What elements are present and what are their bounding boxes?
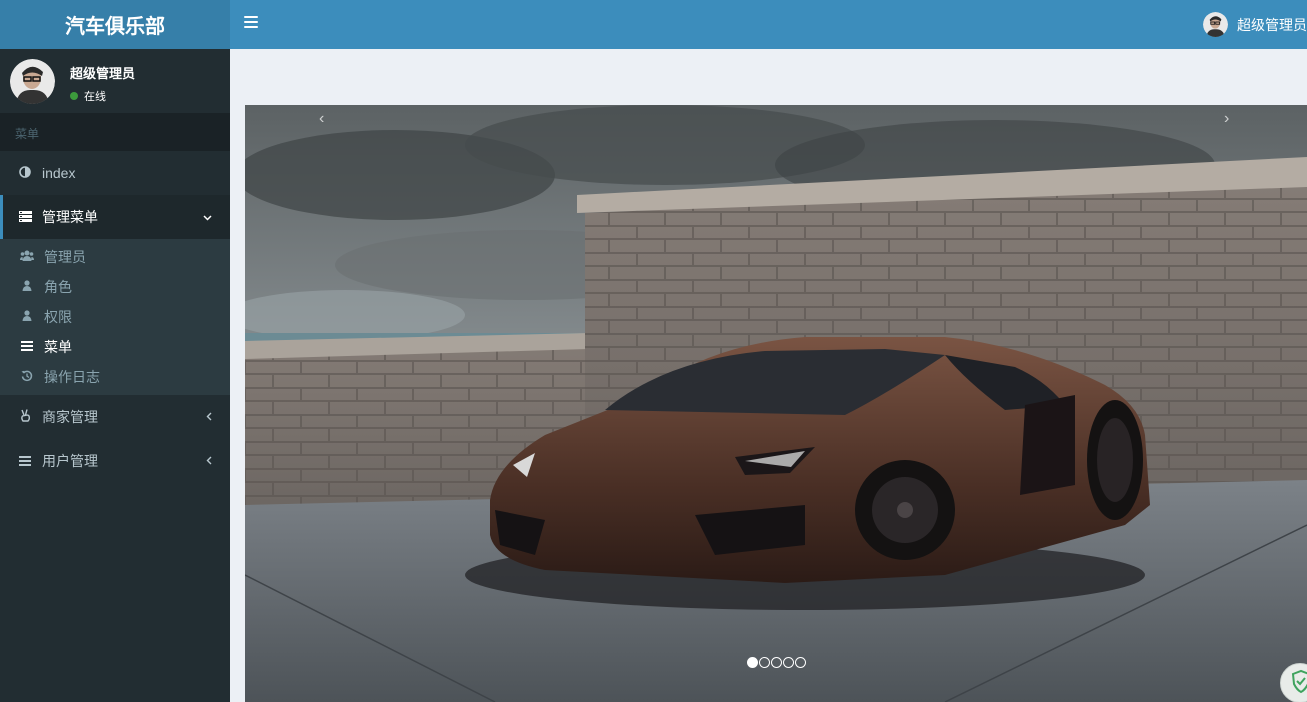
sidebar-user-name: 超级管理员 bbox=[70, 66, 136, 81]
car-slide-image bbox=[245, 105, 1307, 702]
sidebar-avatar bbox=[10, 59, 55, 104]
image-carousel[interactable]: ‹ › bbox=[245, 105, 1307, 702]
carousel-indicators bbox=[747, 657, 807, 668]
chevron-left-icon bbox=[206, 454, 212, 468]
carousel-indicator[interactable] bbox=[795, 657, 806, 668]
carousel-indicator[interactable] bbox=[759, 657, 770, 668]
carousel-indicator[interactable] bbox=[771, 657, 782, 668]
app-logo[interactable]: 汽车俱乐部 bbox=[0, 0, 230, 49]
sidebar-item-merchants[interactable]: 商家管理 bbox=[0, 395, 230, 439]
submenu-item-label: 角色 bbox=[44, 279, 72, 295]
sidebar-item-label: index bbox=[42, 165, 76, 181]
user-icon bbox=[20, 280, 34, 294]
hand-peace-icon bbox=[18, 409, 32, 425]
navbar-user-menu[interactable]: 超级管理员 bbox=[1203, 12, 1307, 37]
submenu-item-label: 操作日志 bbox=[44, 369, 100, 385]
bars-icon bbox=[20, 340, 34, 354]
submenu-item-menu[interactable]: 菜单 bbox=[0, 332, 230, 362]
chevron-left-icon bbox=[206, 410, 212, 424]
user-status: 在线 bbox=[70, 88, 106, 104]
top-navbar: 超级管理员 bbox=[230, 0, 1307, 49]
sidebar-item-label: 用户管理 bbox=[42, 453, 98, 469]
carousel-prev-button[interactable]: ‹ bbox=[319, 110, 324, 128]
user-icon bbox=[20, 310, 34, 324]
submenu-item-label: 菜单 bbox=[44, 339, 72, 355]
sidebar: 超级管理员 在线 菜单 index 管理菜单 管理员 角色 权限 菜单 操作日志… bbox=[0, 49, 230, 702]
online-dot-icon bbox=[70, 92, 78, 100]
sidebar-item-manage-menu[interactable]: 管理菜单 bbox=[0, 195, 230, 239]
adjust-icon bbox=[18, 165, 32, 181]
navbar-user-name: 超级管理员 bbox=[1237, 16, 1307, 33]
shield-icon[interactable] bbox=[1280, 663, 1307, 702]
submenu-item-logs[interactable]: 操作日志 bbox=[0, 362, 230, 392]
submenu-item-roles[interactable]: 角色 bbox=[0, 272, 230, 302]
carousel-next-button[interactable]: › bbox=[1224, 110, 1229, 128]
bars-icon bbox=[18, 454, 32, 469]
submenu-item-label: 权限 bbox=[44, 309, 72, 325]
sidebar-item-label: 商家管理 bbox=[42, 409, 98, 425]
chevron-down-icon bbox=[203, 210, 212, 224]
sidebar-item-label: 管理菜单 bbox=[42, 209, 98, 225]
submenu-item-permissions[interactable]: 权限 bbox=[0, 302, 230, 332]
navbar-avatar bbox=[1203, 12, 1228, 37]
history-icon bbox=[20, 370, 34, 385]
carousel-indicator[interactable] bbox=[747, 657, 758, 668]
sidebar-item-index[interactable]: index bbox=[0, 151, 230, 195]
submenu-manage: 管理员 角色 权限 菜单 操作日志 bbox=[0, 239, 230, 395]
list-icon bbox=[18, 210, 32, 225]
status-text: 在线 bbox=[84, 91, 106, 103]
submenu-item-label: 管理员 bbox=[44, 249, 86, 265]
users-icon bbox=[20, 250, 34, 264]
user-panel: 超级管理员 在线 bbox=[0, 49, 230, 113]
sidebar-item-users[interactable]: 用户管理 bbox=[0, 439, 230, 483]
sidebar-toggle-icon[interactable] bbox=[244, 16, 258, 30]
carousel-indicator[interactable] bbox=[783, 657, 794, 668]
submenu-item-admins[interactable]: 管理员 bbox=[0, 242, 230, 272]
menu-section-header: 菜单 bbox=[0, 113, 230, 151]
